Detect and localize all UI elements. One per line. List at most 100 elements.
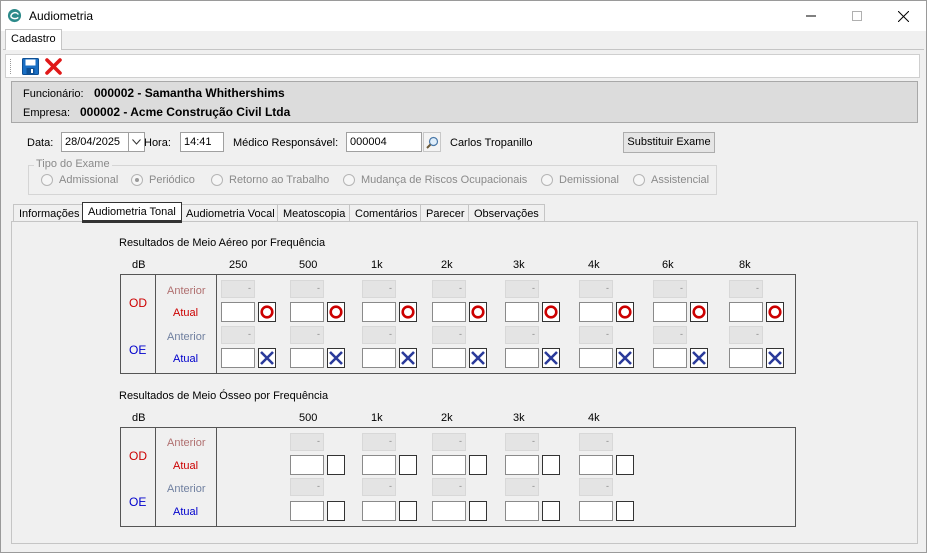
osseo-oe-symbol-1k[interactable] xyxy=(399,501,417,521)
osseo-od-atual-label: Atual xyxy=(173,460,199,472)
aereo-oe-anterior-1k: - xyxy=(362,326,396,344)
aereo-od-anterior-250: - xyxy=(221,280,255,298)
aereo-od-symbol-3k[interactable] xyxy=(542,302,560,322)
osseo-od-atual-input-1k[interactable] xyxy=(362,455,396,475)
x-cross-icon xyxy=(471,351,485,365)
title-bar: Audiometria xyxy=(1,1,926,31)
aereo-oe-atual-input-6k[interactable] xyxy=(653,348,687,368)
radio-label: Admissional xyxy=(59,174,119,186)
osseo-oe-symbol-2k[interactable] xyxy=(469,501,487,521)
aereo-oe-symbol-4k[interactable] xyxy=(616,348,634,368)
aereo-od-symbol-2k[interactable] xyxy=(469,302,487,322)
osseo-od-symbol-1k[interactable] xyxy=(399,455,417,475)
osseo-oe-atual-input-500[interactable] xyxy=(290,501,324,521)
aereo-od-anterior-4k: - xyxy=(579,280,613,298)
magnifier-icon xyxy=(425,136,438,149)
aereo-od-atual-input-1k[interactable] xyxy=(362,302,396,322)
aereo-oe-atual-input-250[interactable] xyxy=(221,348,255,368)
aereo-od-symbol-1k[interactable] xyxy=(399,302,417,322)
osseo-od-symbol-2k[interactable] xyxy=(469,455,487,475)
aereo-oe-symbol-3k[interactable] xyxy=(542,348,560,368)
grid-divider xyxy=(216,274,217,374)
osseo-oe-symbol-500[interactable] xyxy=(327,501,345,521)
aereo-oe-anterior-2k: - xyxy=(432,326,466,344)
radio-demissional[interactable]: Demissional xyxy=(541,173,619,187)
hora-input[interactable]: 14:41 xyxy=(180,132,224,152)
aereo-oe-symbol-1k[interactable] xyxy=(399,348,417,368)
osseo-oe-atual-input-4k[interactable] xyxy=(579,501,613,521)
radio-dot xyxy=(541,174,553,186)
aereo-od-atual-input-500[interactable] xyxy=(290,302,324,322)
aereo-freq-250: 250 xyxy=(229,259,248,271)
main-tabstrip: Cadastro xyxy=(3,29,924,50)
aereo-oe-anterior-6k: - xyxy=(653,326,687,344)
aereo-od-symbol-8k[interactable] xyxy=(766,302,784,322)
osseo-freq-500: 500 xyxy=(299,412,318,424)
save-icon[interactable] xyxy=(22,58,39,75)
osseo-oe-symbol-4k[interactable] xyxy=(616,501,634,521)
radio-retorno[interactable]: Retorno ao Trabalho xyxy=(211,173,329,187)
aereo-od-atual-input-8k[interactable] xyxy=(729,302,763,322)
close-button[interactable] xyxy=(880,1,926,31)
date-dropdown-button[interactable] xyxy=(128,133,144,151)
aereo-oe-symbol-500[interactable] xyxy=(327,348,345,368)
radio-label: Mudança de Riscos Ocupacionais xyxy=(361,174,528,186)
aereo-oe-atual-input-4k[interactable] xyxy=(579,348,613,368)
osseo-oe-atual-input-1k[interactable] xyxy=(362,501,396,521)
osseo-od-symbol-500[interactable] xyxy=(327,455,345,475)
aereo-od-symbol-500[interactable] xyxy=(327,302,345,322)
osseo-oe-atual-input-2k[interactable] xyxy=(432,501,466,521)
aereo-oe-symbol-2k[interactable] xyxy=(469,348,487,368)
aereo-od-atual-input-250[interactable] xyxy=(221,302,255,322)
osseo-od-atual-input-3k[interactable] xyxy=(505,455,539,475)
minimize-button[interactable] xyxy=(788,1,834,31)
grid-divider xyxy=(216,427,217,527)
aereo-oe-atual-label: Atual xyxy=(173,353,199,365)
window-title: Audiometria xyxy=(29,9,94,23)
osseo-od-anterior-3k: - xyxy=(505,433,539,451)
aereo-oe-atual-input-1k[interactable] xyxy=(362,348,396,368)
tab-cadastro[interactable]: Cadastro xyxy=(5,29,62,50)
aereo-oe-label: OE xyxy=(129,343,147,357)
medico-code-input[interactable]: 000004 xyxy=(346,132,422,152)
aereo-od-symbol-4k[interactable] xyxy=(616,302,634,322)
maximize-button[interactable] xyxy=(834,1,880,31)
circle-icon xyxy=(768,305,782,319)
radio-admissional[interactable]: Admissional xyxy=(41,173,118,187)
substituir-exame-button[interactable]: Substituir Exame xyxy=(623,132,715,153)
osseo-oe-atual-input-3k[interactable] xyxy=(505,501,539,521)
aereo-oe-symbol-6k[interactable] xyxy=(690,348,708,368)
radio-periodico[interactable]: Periódico xyxy=(131,173,195,187)
aereo-oe-atual-input-8k[interactable] xyxy=(729,348,763,368)
aereo-od-symbol-250[interactable] xyxy=(258,302,276,322)
osseo-od-atual-input-4k[interactable] xyxy=(579,455,613,475)
delete-icon[interactable] xyxy=(45,58,62,75)
aereo-od-atual-input-4k[interactable] xyxy=(579,302,613,322)
osseo-od-atual-input-2k[interactable] xyxy=(432,455,466,475)
aereo-od-atual-input-3k[interactable] xyxy=(505,302,539,322)
osseo-od-anterior-label: Anterior xyxy=(167,437,206,449)
aereo-od-symbol-6k[interactable] xyxy=(690,302,708,322)
medico-search-button[interactable] xyxy=(423,132,441,152)
radio-assistencial[interactable]: Assistencial xyxy=(633,173,709,187)
aereo-oe-symbol-250[interactable] xyxy=(258,348,276,368)
aereo-oe-atual-input-500[interactable] xyxy=(290,348,324,368)
data-value: 28/04/2025 xyxy=(65,136,121,148)
osseo-oe-symbol-3k[interactable] xyxy=(542,501,560,521)
osseo-od-symbol-3k[interactable] xyxy=(542,455,560,475)
osseo-od-symbol-4k[interactable] xyxy=(616,455,634,475)
osseo-oe-anterior-500: - xyxy=(290,478,324,496)
aereo-oe-symbol-8k[interactable] xyxy=(766,348,784,368)
aereo-oe-atual-input-3k[interactable] xyxy=(505,348,539,368)
osseo-od-atual-input-500[interactable] xyxy=(290,455,324,475)
aereo-od-atual-input-6k[interactable] xyxy=(653,302,687,322)
osseo-oe-anterior-1k: - xyxy=(362,478,396,496)
medico-name: Carlos Tropanillo xyxy=(450,137,533,149)
aereo-od-atual-input-2k[interactable] xyxy=(432,302,466,322)
medico-label: Médico Responsável: xyxy=(233,137,339,149)
funcionario-label: Funcionário: xyxy=(23,88,84,100)
aereo-oe-atual-input-2k[interactable] xyxy=(432,348,466,368)
tab-audiometria-tonal[interactable]: Audiometria Tonal xyxy=(82,202,182,223)
radio-mudanca-riscos[interactable]: Mudança de Riscos Ocupacionais xyxy=(343,173,527,187)
funcionario-value: 000002 - Samantha Whithershims xyxy=(94,86,285,100)
